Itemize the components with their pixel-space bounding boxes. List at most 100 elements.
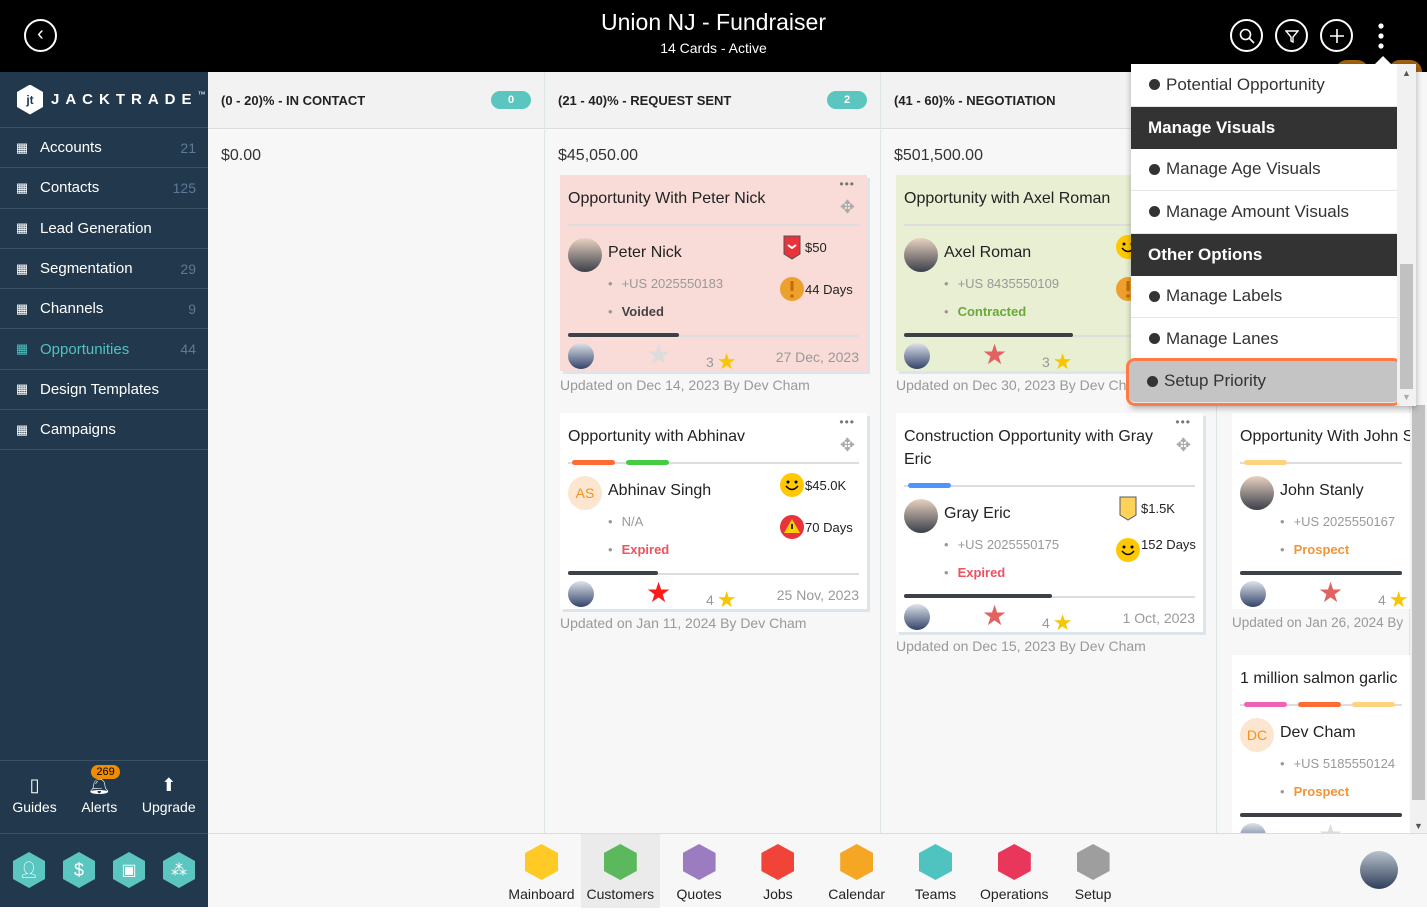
- contact-name[interactable]: Abhinav Singh: [608, 482, 711, 500]
- options-dropdown: Potential Opportunity Manage Visuals Manag…: [1126, 56, 1416, 406]
- priority-star-icon[interactable]: ★: [982, 341, 1007, 369]
- sidebar-item-contacts[interactable]: ▦ Contacts 125: [0, 168, 208, 209]
- sidebar-item-opportunities[interactable]: ▦ Opportunities 44: [0, 329, 208, 370]
- move-icon[interactable]: ✥: [840, 197, 855, 218]
- lane-count-badge: 0: [491, 91, 531, 109]
- dropdown-scrollbar[interactable]: ▲ ▼: [1397, 64, 1416, 406]
- nav-label: Setup: [1074, 886, 1112, 902]
- contact-phone: +US 5185550124: [1280, 756, 1396, 771]
- owner-avatar: [568, 343, 594, 369]
- menu-item-manage-age-visuals[interactable]: Manage Age Visuals: [1131, 149, 1397, 191]
- sidebar-item-segmentation[interactable]: ▦ Segmentation 29: [0, 249, 208, 290]
- nav-label: Operations: [980, 886, 1049, 902]
- rating: 4 ★: [1042, 608, 1073, 635]
- opportunity-card[interactable]: Opportunity With John S John Stanly +US 20…: [1232, 413, 1413, 612]
- money-icon[interactable]: ▣: [113, 852, 145, 888]
- priority-star-icon[interactable]: ★: [646, 579, 671, 607]
- close-date: 25 Nov, 2023: [776, 587, 859, 603]
- guides-button[interactable]: ▯ Guides: [12, 775, 56, 833]
- add-button[interactable]: [1320, 19, 1353, 52]
- contact-name[interactable]: Dev Cham: [1280, 724, 1356, 742]
- trademark: ™: [197, 90, 206, 99]
- building-icon: ▦: [15, 139, 29, 155]
- alerts-button[interactable]: 269 🔔︎ Alerts: [81, 765, 120, 833]
- templates-icon: ▦: [15, 381, 29, 397]
- contact-phone: +US 2025550175: [944, 537, 1060, 552]
- top-bar: ‹ Union NJ - Fundraiser 14 Cards - Activ…: [0, 0, 1427, 72]
- nav-quotes[interactable]: Quotes: [660, 834, 739, 908]
- menu-item-potential-opportunity[interactable]: Potential Opportunity: [1131, 64, 1397, 107]
- lane: (21 - 40)% - REQUEST SENT 2 $45,050.00 Oppo…: [545, 72, 881, 833]
- sidebar-item-channels[interactable]: ▦ Channels 9: [0, 289, 208, 330]
- priority-star-icon[interactable]: ★: [646, 341, 671, 369]
- page-scrollbar[interactable]: ▼: [1410, 405, 1427, 833]
- card-body: John Stanly +US 2025550167 Prospect: [1240, 464, 1402, 559]
- nav-operations[interactable]: Operations: [975, 834, 1054, 908]
- card-title: Construction Opportunity with Gray Eric: [904, 428, 1153, 468]
- sidebar-item-label: Segmentation: [40, 260, 133, 278]
- rating-value: 4: [1042, 615, 1050, 631]
- sidebar-item-design-templates[interactable]: ▦ Design Templates: [0, 370, 208, 411]
- nav-jobs[interactable]: Jobs: [738, 834, 817, 908]
- brand-logo[interactable]: jt JACKTRADE ™: [0, 72, 208, 128]
- sidebar-item-lead-generation[interactable]: ▦ Lead Generation: [0, 209, 208, 249]
- bottom-nav: Mainboard Customers Quotes Jobs Calendar Team…: [208, 833, 1427, 908]
- jobs-icon: [761, 844, 795, 880]
- filter-button[interactable]: [1275, 19, 1308, 52]
- yellow-shield-icon: [1115, 495, 1141, 521]
- nav-mainboard[interactable]: Mainboard: [502, 834, 581, 908]
- lane-amount: $45,050.00: [558, 147, 639, 164]
- filter-icon: [1284, 29, 1299, 43]
- lane-amount: $0.00: [221, 147, 262, 164]
- menu-item-manage-amount-visuals[interactable]: Manage Amount Visuals: [1131, 191, 1397, 234]
- mainboard-icon: [525, 844, 558, 880]
- red-shield-icon: [779, 234, 805, 260]
- sidebar-item-count: 44: [180, 341, 196, 358]
- menu-item-manage-labels[interactable]: Manage Labels: [1131, 276, 1397, 318]
- user-avatar[interactable]: [1360, 851, 1398, 889]
- updated-text: Updated on Dec 15, 2023 By Dev Cham: [896, 638, 1146, 654]
- menu-item-setup-priority[interactable]: Setup Priority: [1126, 357, 1402, 406]
- sidebar-item-accounts[interactable]: ▦ Accounts 21: [0, 128, 208, 169]
- priority-star-icon[interactable]: ★: [982, 602, 1007, 630]
- upgrade-button[interactable]: ⬆ Upgrade: [142, 775, 196, 833]
- contact-name[interactable]: Peter Nick: [608, 244, 682, 262]
- contact-phone: +US 8435550109: [944, 276, 1060, 291]
- sidebar-nav: ▦ Accounts 21 ▦ Contacts 125 ▦ Lead Generation ▦…: [0, 128, 208, 451]
- opportunity-card[interactable]: Opportunity with Abhinav ••• ✥ AS Abhinav Si…: [560, 413, 867, 612]
- sidebar-item-campaigns[interactable]: ▦ Campaigns: [0, 410, 208, 451]
- contact-phone: +US 2025550167: [1280, 514, 1396, 529]
- search-button[interactable]: [1230, 19, 1263, 52]
- owner-avatar: [1240, 581, 1266, 607]
- plus-icon: [1329, 28, 1344, 43]
- nav-teams[interactable]: Teams: [896, 834, 975, 908]
- updated-text: Updated on Jan 26, 2024 By: [1232, 615, 1404, 630]
- workflow-icon[interactable]: ⁂: [163, 852, 195, 888]
- nav-customers[interactable]: Customers: [580, 834, 660, 908]
- nav-calendar[interactable]: Calendar: [817, 834, 896, 908]
- more-icon[interactable]: •••: [839, 177, 855, 191]
- contact-avatar: [1240, 476, 1274, 510]
- menu-item-manage-lanes[interactable]: Manage Lanes: [1131, 318, 1397, 361]
- person-icon[interactable]: 👤︎: [13, 852, 45, 888]
- opportunity-card[interactable]: 1 million salmon garlic DC Dev Cham +US 518…: [1232, 655, 1410, 851]
- move-icon[interactable]: ✥: [1176, 435, 1191, 456]
- calendar-icon: [840, 844, 874, 880]
- dollar-icon[interactable]: $: [63, 852, 95, 888]
- opportunity-card[interactable]: Opportunity With Peter Nick ••• ✥ Peter Nic…: [560, 175, 867, 374]
- more-icon[interactable]: •••: [1175, 415, 1191, 429]
- priority-star-icon[interactable]: ★: [1318, 579, 1343, 607]
- more-icon[interactable]: •••: [839, 415, 855, 429]
- amount-value: $45.0K: [805, 478, 847, 493]
- card-footer: ★ 4 ★ 25 Nov, 2023: [568, 575, 859, 612]
- star-icon: ★: [1388, 587, 1409, 612]
- opportunity-card[interactable]: Construction Opportunity with Gray Eric •…: [896, 413, 1203, 635]
- contact-name[interactable]: John Stanly: [1280, 482, 1364, 500]
- move-icon[interactable]: ✥: [840, 435, 855, 456]
- nav-setup[interactable]: Setup: [1054, 834, 1133, 908]
- contact-name[interactable]: Gray Eric: [944, 505, 1011, 523]
- contact-name[interactable]: Axel Roman: [944, 244, 1031, 262]
- more-options-button[interactable]: [1376, 22, 1386, 50]
- sidebar-item-label: Accounts: [40, 139, 102, 157]
- age-value: 44 Days: [805, 282, 853, 297]
